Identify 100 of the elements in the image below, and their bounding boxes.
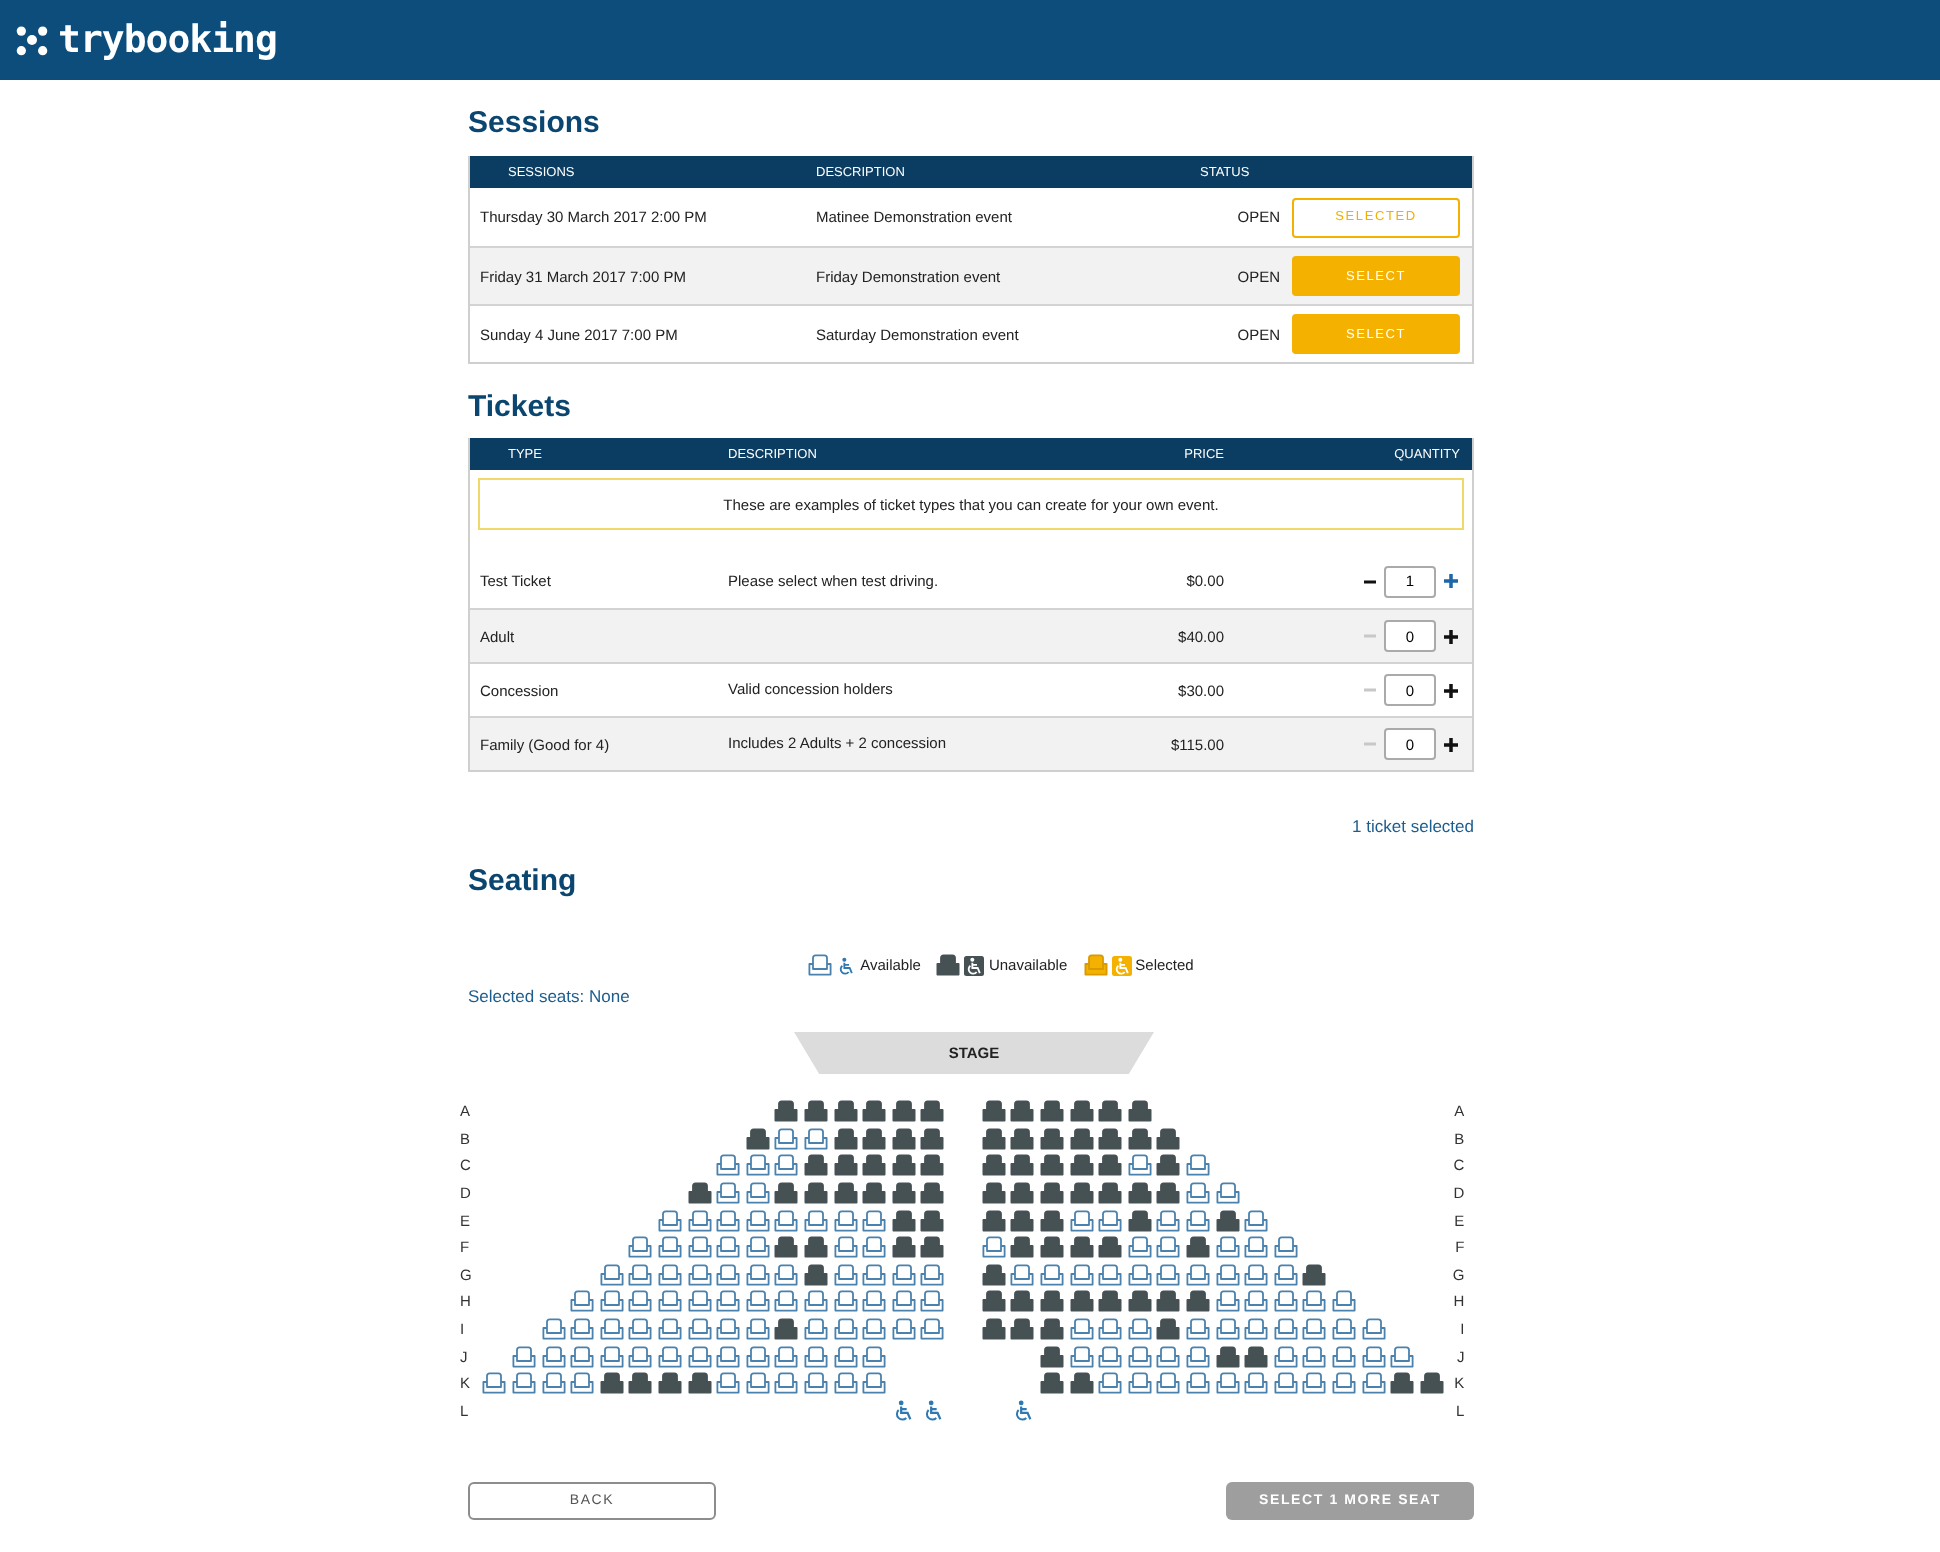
seat-icon[interactable] xyxy=(774,1290,799,1313)
seat-icon[interactable] xyxy=(687,1263,712,1286)
seat-icon[interactable] xyxy=(774,1263,799,1286)
seat-icon[interactable] xyxy=(657,1263,682,1286)
seat-icon[interactable] xyxy=(1098,1318,1123,1341)
seat-icon[interactable] xyxy=(1127,1154,1152,1177)
seat-icon[interactable] xyxy=(628,1345,653,1368)
seat-icon[interactable] xyxy=(1215,1318,1240,1341)
seat-icon[interactable] xyxy=(716,1345,741,1368)
seat-icon[interactable] xyxy=(1127,1318,1152,1341)
seat-icon[interactable] xyxy=(1273,1263,1298,1286)
seat-icon[interactable] xyxy=(1098,1263,1123,1286)
seat-icon[interactable] xyxy=(1186,1263,1211,1286)
seat-icon[interactable] xyxy=(716,1263,741,1286)
seat-icon[interactable] xyxy=(1302,1372,1327,1395)
seat-icon[interactable] xyxy=(920,1290,945,1313)
seat-icon[interactable] xyxy=(833,1236,858,1259)
seat-icon[interactable] xyxy=(541,1318,566,1341)
seat-icon[interactable] xyxy=(1273,1372,1298,1395)
seat-icon[interactable] xyxy=(1010,1263,1035,1286)
seat-icon[interactable] xyxy=(657,1345,682,1368)
seat-icon[interactable] xyxy=(628,1263,653,1286)
logo-text[interactable]: trybooking xyxy=(58,18,277,62)
seat-icon[interactable] xyxy=(570,1372,595,1395)
seat-icon[interactable] xyxy=(687,1236,712,1259)
seat-icon[interactable] xyxy=(920,1263,945,1286)
seat-icon[interactable] xyxy=(745,1345,770,1368)
seat-icon[interactable] xyxy=(1186,1209,1211,1232)
seat-icon[interactable] xyxy=(687,1345,712,1368)
seat-icon[interactable] xyxy=(1215,1290,1240,1313)
seat-icon[interactable] xyxy=(803,1318,828,1341)
seat-icon[interactable] xyxy=(862,1345,887,1368)
seat-icon[interactable] xyxy=(981,1236,1006,1259)
seat-icon[interactable] xyxy=(862,1209,887,1232)
seat-icon[interactable] xyxy=(774,1127,799,1150)
seat-icon[interactable] xyxy=(1156,1345,1181,1368)
seat-icon[interactable] xyxy=(808,954,833,976)
seat-icon[interactable] xyxy=(862,1290,887,1313)
seat-icon[interactable] xyxy=(1215,1182,1240,1205)
seat-icon[interactable] xyxy=(1273,1236,1298,1259)
seat-icon[interactable] xyxy=(570,1290,595,1313)
seat-icon[interactable] xyxy=(599,1345,624,1368)
seat-icon[interactable] xyxy=(774,1209,799,1232)
seat-icon[interactable] xyxy=(862,1372,887,1395)
seat-icon[interactable] xyxy=(482,1372,507,1395)
seat-icon[interactable] xyxy=(774,1345,799,1368)
seat-icon[interactable] xyxy=(1390,1345,1415,1368)
seat-icon[interactable] xyxy=(1156,1372,1181,1395)
seat-icon[interactable] xyxy=(1215,1236,1240,1259)
seat-icon[interactable] xyxy=(891,1290,916,1313)
seat-icon[interactable] xyxy=(570,1345,595,1368)
seat-icon[interactable] xyxy=(1215,1263,1240,1286)
seat-icon[interactable] xyxy=(891,1318,916,1341)
seat-icon[interactable] xyxy=(803,1209,828,1232)
seat-icon[interactable] xyxy=(1127,1345,1152,1368)
seat-icon[interactable] xyxy=(1127,1236,1152,1259)
seat-icon[interactable] xyxy=(745,1154,770,1177)
plus-icon[interactable] xyxy=(1444,683,1458,697)
seat-icon[interactable] xyxy=(599,1318,624,1341)
seat-icon[interactable] xyxy=(891,1263,916,1286)
seat-icon[interactable] xyxy=(1361,1318,1386,1341)
seat-icon[interactable] xyxy=(1244,1263,1269,1286)
seat-icon[interactable] xyxy=(745,1290,770,1313)
seat-icon[interactable] xyxy=(541,1345,566,1368)
seat-icon[interactable] xyxy=(1332,1345,1357,1368)
seat-icon[interactable] xyxy=(1069,1263,1094,1286)
seat-icon[interactable] xyxy=(1098,1345,1123,1368)
seat-icon[interactable] xyxy=(599,1263,624,1286)
seat-icon[interactable] xyxy=(1244,1290,1269,1313)
seat-icon[interactable] xyxy=(1186,1372,1211,1395)
seat-icon[interactable] xyxy=(1098,1372,1123,1395)
seat-icon[interactable] xyxy=(833,1209,858,1232)
seat-icon[interactable] xyxy=(774,1372,799,1395)
seat-icon[interactable] xyxy=(862,1318,887,1341)
seat-icon[interactable] xyxy=(1332,1372,1357,1395)
seat-icon[interactable] xyxy=(716,1209,741,1232)
seat-icon[interactable] xyxy=(745,1209,770,1232)
seat-icon[interactable] xyxy=(716,1290,741,1313)
seat-icon[interactable] xyxy=(1186,1345,1211,1368)
seat-icon[interactable] xyxy=(1098,1209,1123,1232)
seat-icon[interactable] xyxy=(628,1236,653,1259)
seat-icon[interactable] xyxy=(511,1345,536,1368)
seat-icon[interactable] xyxy=(1302,1345,1327,1368)
seat-icon[interactable] xyxy=(716,1236,741,1259)
seat-icon[interactable] xyxy=(1332,1290,1357,1313)
seat-icon[interactable] xyxy=(716,1154,741,1177)
seat-icon[interactable] xyxy=(687,1209,712,1232)
seat-icon[interactable] xyxy=(1156,1236,1181,1259)
seat-icon[interactable] xyxy=(1332,1318,1357,1341)
seat-icon[interactable] xyxy=(745,1318,770,1341)
plus-icon[interactable] xyxy=(1444,737,1458,751)
seat-icon[interactable] xyxy=(833,1263,858,1286)
seat-icon[interactable] xyxy=(1069,1209,1094,1232)
seat-icon[interactable] xyxy=(833,1290,858,1313)
seat-icon[interactable] xyxy=(833,1318,858,1341)
seat-icon[interactable] xyxy=(1156,1263,1181,1286)
seat-icon[interactable] xyxy=(628,1290,653,1313)
seat-icon[interactable] xyxy=(862,1263,887,1286)
seat-icon[interactable] xyxy=(541,1372,566,1395)
seat-icon[interactable] xyxy=(1244,1372,1269,1395)
